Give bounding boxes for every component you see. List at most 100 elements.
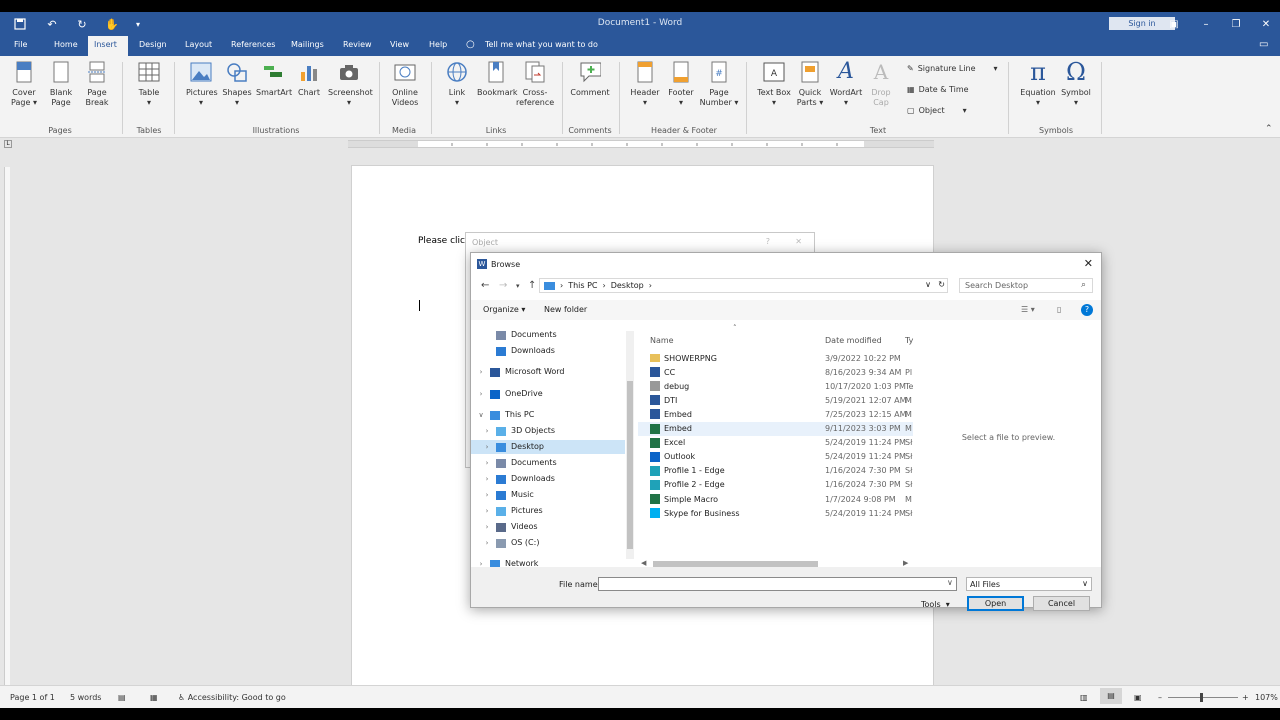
breadcrumb-this-pc[interactable]: This PC bbox=[568, 281, 597, 290]
nav-item-os-c[interactable]: › OS (C:) bbox=[471, 536, 625, 550]
view-options-icon[interactable]: ☰ ▾ bbox=[1021, 305, 1035, 314]
page-number-button[interactable]: # Page Number ▾ bbox=[699, 60, 739, 108]
table-button[interactable]: Table ▾ bbox=[134, 60, 164, 108]
up-icon[interactable]: ↑ bbox=[528, 280, 536, 291]
cancel-button[interactable]: Cancel bbox=[1033, 596, 1090, 611]
online-videos-button[interactable]: Online Videos bbox=[388, 60, 422, 108]
text-box-button[interactable]: A Text Box ▾ bbox=[757, 60, 791, 108]
nav-item-pictures[interactable]: › Pictures bbox=[471, 504, 625, 518]
chevron-right-icon[interactable]: › bbox=[483, 488, 491, 502]
screenshot-button[interactable]: Screenshot ▾ bbox=[328, 60, 373, 108]
equation-button[interactable]: π Equation ▾ bbox=[1019, 60, 1057, 108]
column-header-name[interactable]: Name bbox=[650, 336, 674, 345]
close-icon[interactable]: ✕ bbox=[1258, 16, 1274, 32]
blank-page-button[interactable]: Blank Page bbox=[46, 60, 76, 108]
macro-icon[interactable]: ▦ bbox=[150, 693, 158, 702]
nav-item-this-pc[interactable]: ∨ This PC bbox=[471, 408, 625, 422]
ribbon-display-icon[interactable]: ▣ bbox=[1166, 16, 1182, 32]
organize-button[interactable]: Organize ▾ bbox=[483, 305, 525, 314]
cover-page-button[interactable]: Cover Page ▾ bbox=[9, 60, 39, 108]
drop-cap-button[interactable]: A Drop Cap bbox=[866, 60, 896, 108]
restore-icon[interactable]: ❐ bbox=[1228, 16, 1244, 32]
file-row[interactable]: Simple Macro 1/7/2024 9:08 PM M bbox=[638, 492, 913, 506]
chevron-right-icon[interactable]: › bbox=[483, 456, 491, 470]
collapse-ribbon-icon[interactable]: ⌃ bbox=[1265, 124, 1273, 134]
comment-button[interactable]: Comment bbox=[568, 60, 612, 98]
tab-design[interactable]: Design bbox=[133, 36, 173, 56]
vertical-ruler[interactable] bbox=[4, 167, 10, 687]
cross-reference-button[interactable]: Cross-reference bbox=[516, 60, 554, 108]
nav-item-videos[interactable]: › Videos bbox=[471, 520, 625, 534]
open-button[interactable]: Open bbox=[967, 596, 1024, 611]
search-input[interactable]: Search Desktop bbox=[959, 278, 1093, 293]
navigation-scrollbar[interactable] bbox=[626, 331, 634, 559]
help-icon[interactable]: ? bbox=[766, 237, 770, 246]
file-row[interactable]: Outlook 5/24/2019 11:24 PM Sł bbox=[638, 450, 913, 464]
zoom-slider[interactable] bbox=[1168, 693, 1238, 702]
nav-item-downloads[interactable]: Downloads bbox=[471, 344, 625, 358]
chevron-right-icon[interactable]: › bbox=[477, 365, 485, 379]
proofing-icon[interactable]: ▤ bbox=[118, 693, 126, 702]
chevron-right-icon[interactable]: › bbox=[483, 424, 491, 438]
file-row[interactable]: debug 10/17/2020 1:03 PM Te bbox=[638, 379, 913, 393]
footer-button[interactable]: Footer ▾ bbox=[665, 60, 697, 108]
chevron-right-icon[interactable]: › bbox=[483, 520, 491, 534]
scroll-left-icon[interactable]: ◀ bbox=[641, 559, 646, 567]
file-row[interactable]: CC 8/16/2023 9:34 AM Pl bbox=[638, 365, 913, 379]
chevron-down-icon[interactable]: ∨ bbox=[947, 578, 953, 587]
chart-button[interactable]: Chart bbox=[296, 60, 322, 98]
tools-menu[interactable]: Tools ▾ bbox=[921, 600, 950, 609]
file-row[interactable]: Embed 7/25/2023 12:15 AM M bbox=[638, 407, 913, 421]
preview-pane-icon[interactable]: ▯ bbox=[1057, 305, 1061, 314]
nav-item-desktop[interactable]: › Desktop bbox=[471, 440, 625, 454]
document-text[interactable]: Please click bbox=[418, 236, 470, 246]
new-folder-button[interactable]: New folder bbox=[544, 305, 587, 314]
nav-item-microsoft-word[interactable]: › Microsoft Word bbox=[471, 365, 625, 379]
tab-layout[interactable]: Layout bbox=[179, 36, 218, 56]
chevron-right-icon[interactable]: › bbox=[483, 440, 491, 454]
zoom-slider-thumb[interactable] bbox=[1200, 693, 1203, 702]
read-mode-icon[interactable]: ▥ bbox=[1080, 693, 1088, 702]
tab-selector[interactable]: L bbox=[4, 140, 12, 148]
file-row[interactable]: Profile 1 - Edge 1/16/2024 7:30 PM Sł bbox=[638, 464, 913, 478]
horizontal-ruler[interactable] bbox=[348, 140, 934, 148]
minimize-icon[interactable]: – bbox=[1198, 16, 1214, 32]
accessibility-status[interactable]: ♿ Accessibility: Good to go bbox=[178, 693, 286, 702]
nav-item-downloads[interactable]: › Downloads bbox=[471, 472, 625, 486]
file-row[interactable]: Embed 9/11/2023 3:03 PM M bbox=[638, 421, 913, 436]
forward-icon[interactable]: → bbox=[499, 280, 507, 291]
tab-insert[interactable]: Insert bbox=[88, 36, 128, 56]
tab-file[interactable]: File bbox=[8, 36, 33, 56]
zoom-level[interactable]: 107% bbox=[1255, 693, 1278, 702]
chevron-right-icon[interactable]: › bbox=[483, 504, 491, 518]
page-count[interactable]: Page 1 of 1 bbox=[10, 693, 55, 702]
link-button[interactable]: Link ▾ bbox=[442, 60, 472, 108]
chevron-down-icon[interactable]: ∨ bbox=[925, 280, 931, 289]
nav-item-documents[interactable]: › Documents bbox=[471, 456, 625, 470]
recent-locations-icon[interactable]: ▾ bbox=[516, 282, 520, 290]
smartart-button[interactable]: SmartArt bbox=[256, 60, 292, 98]
print-layout-icon[interactable]: ▤ bbox=[1100, 688, 1122, 704]
back-icon[interactable]: ← bbox=[481, 280, 489, 291]
chevron-down-icon[interactable]: ∨ bbox=[477, 408, 485, 422]
tab-home[interactable]: Home bbox=[48, 36, 84, 56]
column-header-date[interactable]: Date modified bbox=[825, 336, 882, 345]
breadcrumb-desktop[interactable]: Desktop bbox=[611, 281, 644, 290]
tab-view[interactable]: View bbox=[384, 36, 415, 56]
file-row[interactable]: SHOWERPNG 3/9/2022 10:22 PM bbox=[638, 351, 913, 365]
object-button[interactable]: ▢ Object ▾ bbox=[907, 106, 967, 115]
quick-parts-button[interactable]: Quick Parts ▾ bbox=[794, 60, 826, 108]
nav-item-3d-objects[interactable]: › 3D Objects bbox=[471, 424, 625, 438]
scrollbar-thumb[interactable] bbox=[627, 381, 633, 549]
word-count[interactable]: 5 words bbox=[70, 693, 101, 702]
file-row[interactable]: Profile 2 - Edge 1/16/2024 7:30 PM Sł bbox=[638, 478, 913, 492]
nav-item-onedrive[interactable]: › OneDrive bbox=[471, 387, 625, 401]
chevron-right-icon[interactable]: › bbox=[483, 536, 491, 550]
scroll-right-icon[interactable]: ▶ bbox=[903, 559, 908, 567]
symbol-button[interactable]: Ω Symbol ▾ bbox=[1059, 60, 1093, 108]
signature-line-button[interactable]: ✎ Signature Line ▾ bbox=[907, 64, 998, 73]
file-row[interactable]: Excel 5/24/2019 11:24 PM Sł bbox=[638, 436, 913, 450]
date-time-button[interactable]: ▦ Date & Time bbox=[907, 85, 969, 94]
pictures-button[interactable]: Pictures ▾ bbox=[186, 60, 218, 108]
header-button[interactable]: Header ▾ bbox=[628, 60, 662, 108]
